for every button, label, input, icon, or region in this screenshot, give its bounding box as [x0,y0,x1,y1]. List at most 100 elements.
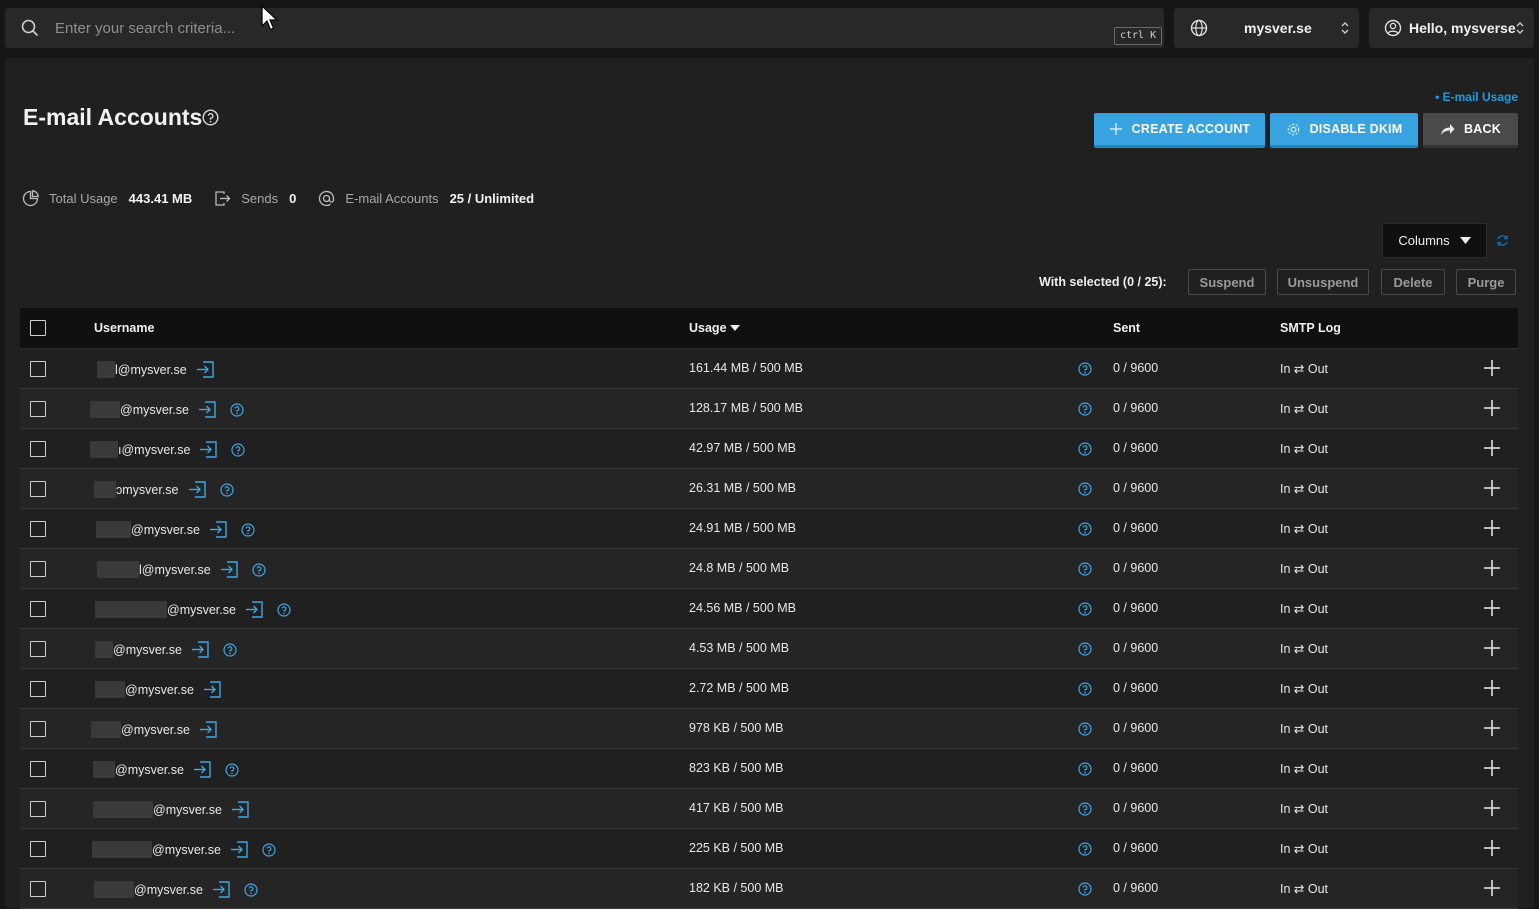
login-icon[interactable] [193,760,212,779]
smtp-log-cell[interactable]: In ⇄ Out [1280,881,1328,896]
help-icon[interactable] [1078,682,1092,696]
search-input[interactable] [55,17,955,39]
username-header[interactable]: Username [94,321,154,335]
help-icon[interactable] [1078,362,1092,376]
table-row[interactable]: @mysver.se 4.53 MB / 500 MB 0 / 9600 In ⇄ O… [20,629,1518,669]
expand-plus-icon[interactable] [1483,399,1501,417]
help-icon[interactable] [219,482,234,497]
smtp-log-cell[interactable]: In ⇄ Out [1280,521,1328,536]
email-usage-link[interactable]: • E-mail Usage [1435,90,1518,104]
help-icon[interactable] [1078,722,1092,736]
table-row[interactable]: @mysver.se 128.17 MB / 500 MB 0 / 9600 In ⇄… [20,389,1518,429]
login-icon[interactable] [212,880,231,899]
help-icon[interactable] [1078,882,1092,896]
smtp-log-cell[interactable]: In ⇄ Out [1280,401,1328,416]
smtp-log-cell[interactable]: In ⇄ Out [1280,681,1328,696]
smtp-log-cell[interactable]: In ⇄ Out [1280,841,1328,856]
back-button[interactable]: BACK [1423,113,1518,148]
login-icon[interactable] [209,520,228,539]
unsuspend-button[interactable]: Unsuspend [1277,269,1369,295]
usage-header[interactable]: Usage [689,321,740,335]
smtp-log-cell[interactable]: In ⇄ Out [1280,481,1328,496]
help-icon[interactable] [241,522,255,537]
help-icon[interactable] [223,642,237,657]
row-checkbox[interactable] [30,881,46,897]
smtp-log-cell[interactable]: In ⇄ Out [1280,801,1328,816]
login-icon[interactable] [230,840,249,859]
refresh-icon[interactable] [1496,234,1509,247]
table-row[interactable]: @mysver.se 225 KB / 500 MB 0 / 9600 In ⇄ Ou… [20,829,1518,869]
expand-plus-icon[interactable] [1483,839,1501,857]
smtp-log-cell[interactable]: In ⇄ Out [1280,641,1328,656]
login-icon[interactable] [188,480,207,499]
table-row[interactable]: @mysver.se 182 KB / 500 MB 0 / 9600 In ⇄ Ou… [20,869,1518,909]
row-checkbox[interactable] [30,761,46,777]
smtp-log-cell[interactable]: In ⇄ Out [1280,721,1328,736]
login-icon[interactable] [199,720,218,739]
purge-button[interactable]: Purge [1456,269,1516,295]
login-icon[interactable] [199,440,218,459]
login-icon[interactable] [196,360,215,379]
row-checkbox[interactable] [30,561,46,577]
help-icon[interactable] [252,562,266,577]
suspend-button[interactable]: Suspend [1188,269,1266,295]
help-icon[interactable] [1078,602,1092,616]
expand-plus-icon[interactable] [1483,799,1501,817]
help-icon[interactable] [244,882,258,897]
help-icon[interactable] [225,762,239,777]
expand-plus-icon[interactable] [1483,639,1501,657]
row-checkbox[interactable] [30,681,46,697]
sent-header[interactable]: Sent [1113,321,1140,335]
row-checkbox[interactable] [30,641,46,657]
table-row[interactable]: @mysver.se 417 KB / 500 MB 0 / 9600 In ⇄ Ou… [20,789,1518,829]
row-checkbox[interactable] [30,801,46,817]
search-bar[interactable]: ctrl K [5,8,1164,48]
row-checkbox[interactable] [30,401,46,417]
table-row[interactable]: @mysver.se 24.91 MB / 500 MB 0 / 9600 In ⇄ … [20,509,1518,549]
help-icon[interactable] [1078,482,1092,496]
expand-plus-icon[interactable] [1483,679,1501,697]
table-row[interactable]: @mysver.se 24.56 MB / 500 MB 0 / 9600 In ⇄ … [20,589,1518,629]
expand-plus-icon[interactable] [1483,599,1501,617]
table-row[interactable]: @mysver.se 823 KB / 500 MB 0 / 9600 In ⇄ Ou… [20,749,1518,789]
row-checkbox[interactable] [30,441,46,457]
help-icon[interactable] [1078,762,1092,776]
expand-plus-icon[interactable] [1483,759,1501,777]
help-icon[interactable] [277,602,291,617]
row-checkbox[interactable] [30,601,46,617]
table-row[interactable]: l@mysver.se 24.8 MB / 500 MB 0 / 9600 In ⇄ … [20,549,1518,589]
delete-button[interactable]: Delete [1381,269,1445,295]
table-row[interactable]: ı@mysver.se 42.97 MB / 500 MB 0 / 9600 In ⇄… [20,429,1518,469]
table-row[interactable]: ɔmysver.se 26.31 MB / 500 MB 0 / 9600 In ⇄ … [20,469,1518,509]
smtp-log-cell[interactable]: In ⇄ Out [1280,561,1328,576]
smtp-log-cell[interactable]: In ⇄ Out [1280,601,1328,616]
smtp-log-cell[interactable]: In ⇄ Out [1280,761,1328,776]
login-icon[interactable] [220,560,239,579]
help-icon[interactable] [1078,642,1092,656]
login-icon[interactable] [203,680,222,699]
table-row[interactable]: @mysver.se 978 KB / 500 MB 0 / 9600 In ⇄ Ou… [20,709,1518,749]
columns-dropdown[interactable]: Columns [1382,223,1487,258]
expand-plus-icon[interactable] [1483,519,1501,537]
smtp-log-cell[interactable]: In ⇄ Out [1280,441,1328,456]
login-icon[interactable] [191,640,210,659]
help-icon[interactable] [262,842,276,857]
login-icon[interactable] [245,600,264,619]
row-checkbox[interactable] [30,481,46,497]
row-checkbox[interactable] [30,361,46,377]
expand-plus-icon[interactable] [1483,439,1501,457]
table-row[interactable]: @mysver.se 2.72 MB / 500 MB 0 / 9600 In ⇄ O… [20,669,1518,709]
help-icon[interactable] [231,442,246,457]
expand-plus-icon[interactable] [1483,359,1501,377]
help-icon[interactable] [230,402,244,417]
help-icon[interactable] [1078,522,1092,536]
row-checkbox[interactable] [30,521,46,537]
select-all-checkbox[interactable] [30,320,46,336]
domain-selector[interactable]: mysver.se [1174,8,1359,48]
login-icon[interactable] [231,800,250,819]
expand-plus-icon[interactable] [1483,479,1501,497]
help-icon[interactable] [202,109,219,126]
table-row[interactable]: l@mysver.se 161.44 MB / 500 MB 0 / 9600 In … [20,349,1518,389]
login-icon[interactable] [198,400,217,419]
expand-plus-icon[interactable] [1483,719,1501,737]
